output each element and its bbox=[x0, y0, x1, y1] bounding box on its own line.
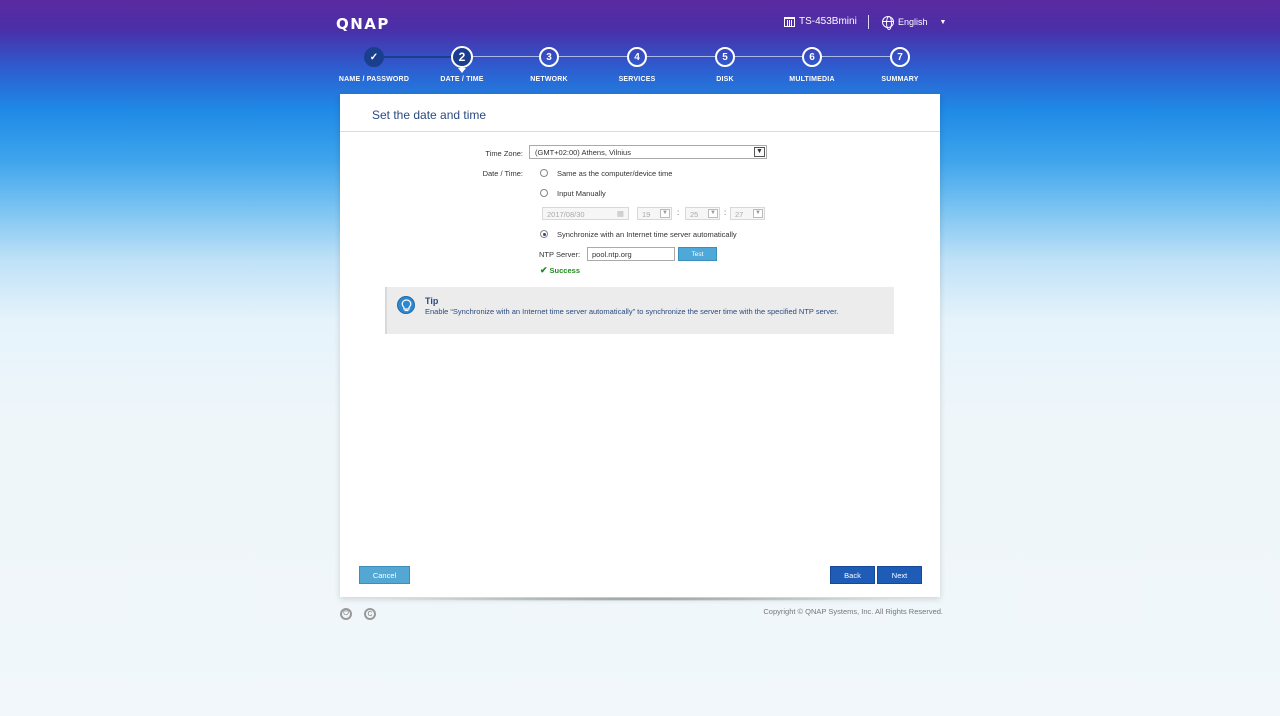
timezone-select[interactable]: (GMT+02:00) Athens, Vilnius ▼ bbox=[529, 145, 767, 159]
step-connector bbox=[821, 56, 890, 57]
radio-sync-internet[interactable] bbox=[540, 230, 548, 238]
lightbulb-icon bbox=[397, 296, 415, 314]
copyright-text: Copyright © QNAP Systems, Inc. All Right… bbox=[763, 607, 943, 616]
chevron-down-icon: ▼ bbox=[660, 209, 670, 218]
header-separator bbox=[868, 15, 869, 29]
time-colon: : bbox=[724, 208, 727, 217]
manual-minute-value: 25 bbox=[690, 210, 699, 219]
step-4-label: SERVICES bbox=[618, 76, 656, 83]
cancel-button[interactable]: Cancel bbox=[359, 566, 410, 584]
current-step-pointer bbox=[458, 68, 466, 73]
step-6-circle: 6 bbox=[802, 47, 822, 67]
manual-date-value: 2017/08/30 bbox=[547, 210, 585, 219]
step-2-label: DATE / TIME bbox=[440, 76, 484, 83]
device-model: TS-453Bmini bbox=[784, 16, 857, 27]
title-divider bbox=[340, 131, 940, 132]
globe-icon bbox=[882, 16, 894, 30]
radio-input-manually-label: Input Manually bbox=[557, 189, 606, 198]
radio-same-as-device-label: Same as the computer/device time bbox=[557, 169, 673, 178]
chevron-down-icon: ▼ bbox=[708, 209, 718, 218]
manual-minute-select[interactable]: 25 ▼ bbox=[685, 207, 720, 220]
timezone-label: Time Zone: bbox=[485, 149, 523, 158]
qnap-logo: QNAP bbox=[336, 15, 390, 33]
step-connector bbox=[558, 56, 628, 57]
test-button[interactable]: Test bbox=[678, 247, 717, 261]
timezone-value: (GMT+02:00) Athens, Vilnius bbox=[535, 148, 631, 157]
caret-down-icon: ▼ bbox=[939, 18, 947, 26]
step-3-label: NETWORK bbox=[530, 76, 568, 83]
language-label: English bbox=[898, 17, 928, 27]
step-connector bbox=[472, 56, 540, 57]
step-1-label: NAME / PASSWORD bbox=[338, 76, 410, 83]
page-title: Set the date and time bbox=[372, 108, 487, 122]
wizard-stepper: ✓ 2 3 4 5 6 7 NAME / PASSWORD DATE / TIM… bbox=[0, 44, 1280, 90]
step-1-circle: ✓ bbox=[364, 47, 384, 67]
ntp-server-label: NTP Server: bbox=[539, 250, 581, 259]
step-connector bbox=[384, 56, 452, 58]
chevron-down-icon: ▼ bbox=[753, 209, 763, 218]
radio-sync-internet-label: Synchronize with an Internet time server… bbox=[557, 230, 737, 239]
manual-second-select[interactable]: 27 ▼ bbox=[730, 207, 765, 220]
chevron-down-icon: ▼ bbox=[754, 147, 765, 157]
language-selector[interactable]: English ▼ bbox=[882, 16, 947, 30]
next-button[interactable]: Next bbox=[877, 566, 922, 584]
tip-box: Tip Enable “Synchronize with an Internet… bbox=[385, 287, 894, 334]
calendar-icon: ▦ bbox=[616, 209, 624, 218]
ntp-server-input[interactable]: pool.ntp.org bbox=[587, 247, 675, 261]
panel-shadow bbox=[365, 597, 915, 601]
step-2-circle: 2 bbox=[451, 46, 473, 68]
restart-icon[interactable]: C bbox=[364, 608, 376, 620]
step-3-circle: 3 bbox=[539, 47, 559, 67]
check-icon: ✔ bbox=[540, 265, 548, 275]
power-icon[interactable]: ⏻ bbox=[340, 608, 352, 620]
step-5-circle: 5 bbox=[715, 47, 735, 67]
step-6-label: MULTIMEDIA bbox=[789, 76, 835, 83]
ntp-status: ✔ Success bbox=[540, 265, 580, 276]
step-connector bbox=[646, 56, 716, 57]
nas-device-icon bbox=[784, 16, 795, 27]
top-bar: QNAP TS-453Bmini English ▼ bbox=[0, 0, 1280, 44]
step-4-circle: 4 bbox=[627, 47, 647, 67]
step-7-circle: 7 bbox=[890, 47, 910, 67]
manual-date-input[interactable]: 2017/08/30 ▦ bbox=[542, 207, 629, 220]
datetime-label: Date / Time: bbox=[482, 169, 523, 178]
manual-second-value: 27 bbox=[735, 210, 744, 219]
success-label: Success bbox=[549, 266, 580, 275]
radio-input-manually[interactable] bbox=[540, 189, 548, 197]
manual-hour-value: 19 bbox=[642, 210, 651, 219]
wizard-panel: Set the date and time Time Zone: (GMT+02… bbox=[340, 94, 940, 597]
time-colon: : bbox=[677, 208, 680, 217]
radio-same-as-device[interactable] bbox=[540, 169, 548, 177]
tip-text: Enable “Synchronize with an Internet tim… bbox=[425, 307, 839, 316]
back-button[interactable]: Back bbox=[830, 566, 875, 584]
device-model-label: TS-453Bmini bbox=[799, 16, 857, 27]
manual-hour-select[interactable]: 19 ▼ bbox=[637, 207, 672, 220]
step-7-label: SUMMARY bbox=[881, 76, 919, 83]
step-connector bbox=[734, 56, 802, 57]
step-5-label: DISK bbox=[716, 76, 734, 83]
tip-title: Tip bbox=[425, 296, 439, 306]
